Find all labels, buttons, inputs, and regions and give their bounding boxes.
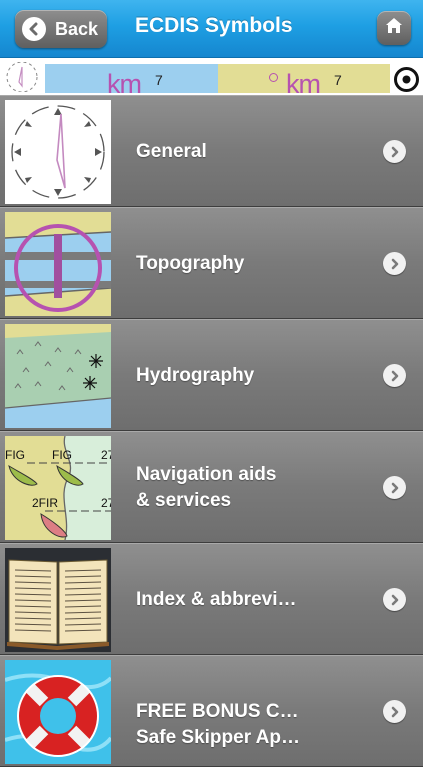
list-item-label: Navigation aids & services: [136, 464, 277, 511]
chevron-right-icon: [383, 588, 406, 611]
scale-value-right: 7: [334, 72, 342, 88]
scale-unit-right: km: [286, 69, 321, 99]
reef-symbol-icon: [5, 324, 111, 428]
back-arrow-icon: [22, 17, 46, 41]
thumb-label-fig: FIG: [5, 448, 25, 462]
list-item-navigation-aids[interactable]: FIG FIG 27 2FIR 27 Navigation aids & ser…: [0, 431, 423, 543]
list-item-general[interactable]: General: [0, 95, 423, 207]
list-item-topography[interactable]: Topography: [0, 207, 423, 319]
depth-scale-tan: km 7: [218, 64, 390, 98]
list-item-hydrography[interactable]: Hydrography: [0, 319, 423, 431]
depth-scale-blue: km 7: [45, 64, 218, 98]
mini-compass-icon: [6, 62, 38, 92]
thumb-label-27: 27: [101, 448, 111, 462]
chevron-right-icon: [383, 476, 406, 499]
list-item-label: Index & abbrevi…: [136, 589, 297, 610]
scale-value: 7: [155, 72, 163, 88]
thumb-label-fig-2: FIG: [52, 448, 72, 462]
home-button[interactable]: [377, 11, 411, 45]
list-item-label: Hydrography: [136, 365, 255, 386]
compass-rose-icon: [5, 100, 111, 204]
list-item-label: General: [136, 141, 207, 162]
chevron-right-icon: [383, 252, 406, 275]
back-button[interactable]: Back: [15, 10, 107, 48]
light-symbol-icon: FIG FIG 27 2FIR 27: [5, 436, 111, 540]
chart-scale-strip: km 7 km 7: [0, 58, 423, 98]
target-icon: [394, 67, 419, 92]
list-item-label: Topography: [136, 253, 245, 274]
navigation-bar: Back ECDIS Symbols: [0, 0, 423, 58]
chevron-right-icon: [383, 364, 406, 387]
list-item-index[interactable]: Index & abbrevi…: [0, 543, 423, 655]
thumb-label-2fir: 2FIR: [32, 496, 58, 510]
lifebuoy-icon: [5, 660, 111, 764]
chevron-right-icon: [383, 140, 406, 163]
chevron-right-icon: [383, 700, 406, 723]
list-item-label: FREE BONUS C… Safe Skipper Ap…: [136, 701, 301, 748]
back-button-label: Back: [55, 18, 99, 39]
scale-unit: km: [107, 69, 142, 99]
thumb-label-27-2: 27: [101, 496, 111, 510]
bridge-symbol-icon: [5, 212, 111, 316]
open-book-icon: [5, 548, 111, 652]
list-item-bonus[interactable]: FREE BONUS C… Safe Skipper Ap…: [0, 655, 423, 767]
home-icon: [385, 17, 403, 39]
category-list: General Topography Hydrography FIG FIG 2…: [0, 95, 423, 767]
small-circle-icon: [269, 73, 278, 82]
page-title: ECDIS Symbols: [135, 14, 293, 37]
